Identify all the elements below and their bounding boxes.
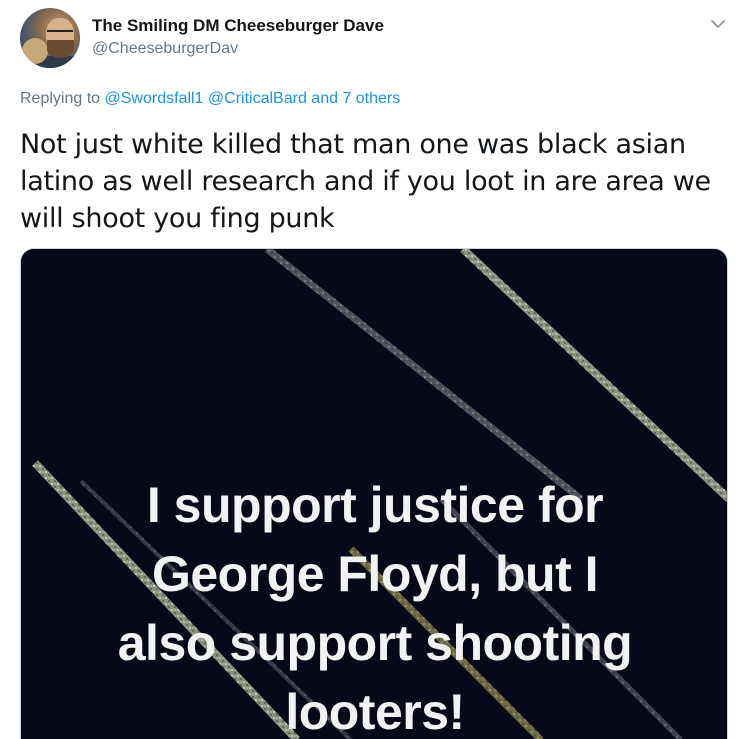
- tweet-text: Not just white killed that man one was b…: [20, 129, 711, 234]
- media-line-4: looters!: [285, 684, 465, 739]
- tweet-media-image[interactable]: I support justice for George Floyd, but …: [20, 248, 728, 739]
- media-line-3: also support shooting: [117, 615, 633, 671]
- display-name[interactable]: The Smiling DM Cheeseburger Dave: [92, 16, 384, 36]
- user-handle[interactable]: @CheeseburgerDav: [92, 40, 238, 58]
- mention-criticalbard[interactable]: @CriticalBard: [208, 90, 307, 107]
- replying-to-label: Replying to: [20, 90, 105, 107]
- media-caption: I support justice for George Floyd, but …: [21, 471, 727, 739]
- mention-swordsfall1[interactable]: @Swordsfall1: [105, 90, 204, 107]
- avatar[interactable]: [20, 8, 80, 68]
- media-line-1: I support justice for: [146, 477, 604, 533]
- replying-to: Replying to @Swordsfall1 @CriticalBard a…: [20, 90, 400, 108]
- reply-others-link[interactable]: and 7 others: [311, 90, 400, 107]
- tweet-card: The Smiling DM Cheeseburger Dave @Cheese…: [0, 0, 744, 739]
- avatar-glasses: [47, 30, 73, 38]
- avatar-dog: [22, 38, 48, 64]
- media-line-2: George Floyd, but I: [151, 546, 599, 602]
- avatar-beard: [47, 40, 74, 58]
- chevron-down-icon[interactable]: [708, 14, 728, 34]
